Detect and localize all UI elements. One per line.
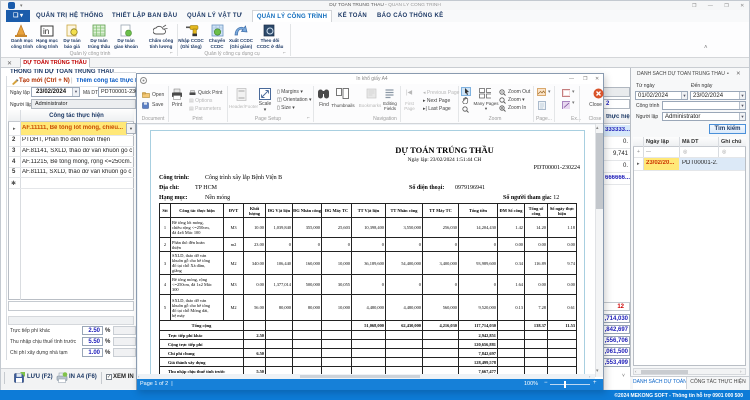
svg-text:in: in <box>43 27 49 36</box>
